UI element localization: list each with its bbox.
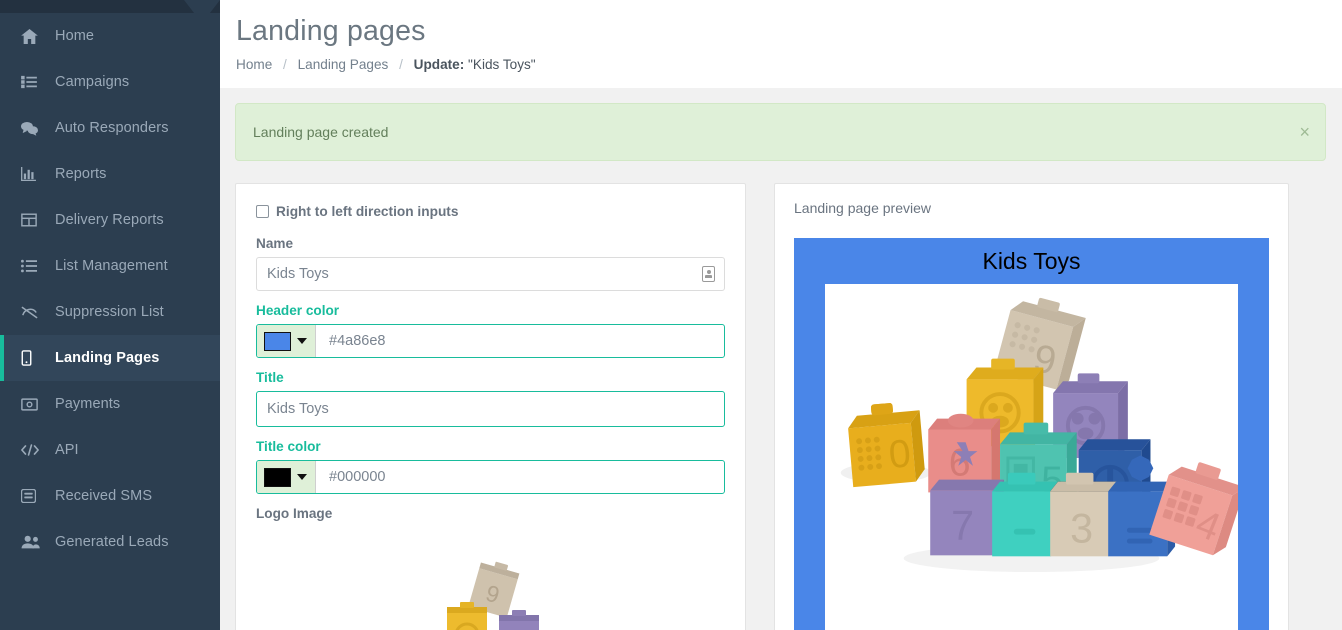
breadcrumb-separator-1: / xyxy=(283,57,287,72)
preview-header-band: Kids Toys xyxy=(794,238,1269,284)
sidebar-item-label: Home xyxy=(55,28,95,44)
color-swatch xyxy=(264,467,291,487)
code-icon xyxy=(21,442,43,458)
mobile-icon xyxy=(21,350,43,366)
comments-icon xyxy=(21,120,43,136)
alert-message: Landing page created xyxy=(253,124,389,140)
sidebar-item-suppression-list[interactable]: Suppression List xyxy=(0,289,220,335)
title-input-value: Kids Toys xyxy=(267,401,329,417)
header-color-input[interactable]: #4a86e8 xyxy=(256,324,725,358)
tasks-icon xyxy=(21,74,43,90)
home-icon xyxy=(21,28,43,44)
sidebar-item-label: Generated Leads xyxy=(55,534,169,550)
toy-blocks-image: 9 5 7 3 0 4 xyxy=(825,294,1238,620)
bar-chart-icon xyxy=(21,166,43,182)
sidebar-top-strip xyxy=(0,0,220,13)
page-title: Landing pages xyxy=(236,15,426,47)
ban-slash-icon xyxy=(21,304,43,320)
inbox-icon xyxy=(21,488,43,504)
logo-image-label: Logo Image xyxy=(256,506,333,521)
svg-text:3: 3 xyxy=(1070,506,1093,552)
sidebar-item-generated-leads[interactable]: Generated Leads xyxy=(0,519,220,565)
preview-headline: Kids Toys xyxy=(982,247,1081,274)
close-icon[interactable]: × xyxy=(1299,123,1310,141)
logo-image-field-group: Logo Image xyxy=(256,506,725,521)
title-color-field-group: Title color #000000 xyxy=(256,439,725,494)
breadcrumb-home[interactable]: Home xyxy=(236,57,272,72)
header-color-value[interactable]: #4a86e8 xyxy=(316,325,724,357)
sidebar-item-label: Suppression List xyxy=(55,304,164,320)
breadcrumb-landing-pages[interactable]: Landing Pages xyxy=(298,57,389,72)
sidebar-item-payments[interactable]: Payments xyxy=(0,381,220,427)
name-field-group: Name Kids Toys xyxy=(256,236,725,291)
title-input[interactable]: Kids Toys xyxy=(256,391,725,427)
toy-blocks-thumb-icon: 9 xyxy=(446,561,539,630)
sidebar-item-label: Reports xyxy=(55,166,107,182)
table-icon xyxy=(21,212,43,228)
name-label: Name xyxy=(256,236,294,251)
sidebar-item-auto-responders[interactable]: Auto Responders xyxy=(0,105,220,151)
sidebar-item-home[interactable]: Home xyxy=(0,13,220,59)
sidebar-item-api[interactable]: API xyxy=(0,427,220,473)
chevron-down-icon xyxy=(297,474,307,480)
sidebar-item-label: Landing Pages xyxy=(55,350,160,366)
title-color-input[interactable]: #000000 xyxy=(256,460,725,494)
sidebar-notch xyxy=(184,0,220,13)
sidebar-item-list-management[interactable]: List Management xyxy=(0,243,220,289)
landing-page-preview-panel: Landing page preview Kids Toys 9 5 7 3 0… xyxy=(774,183,1289,630)
sidebar-item-received-sms[interactable]: Received SMS xyxy=(0,473,220,519)
breadcrumb-current-value: "Kids Toys" xyxy=(468,57,536,72)
sidebar-item-label: API xyxy=(55,442,79,458)
title-color-label: Title color xyxy=(256,439,321,454)
page-header: Landing pages Home / Landing Pages / Upd… xyxy=(220,0,1342,88)
preview-label: Landing page preview xyxy=(794,200,931,216)
breadcrumb-current-label: Update: xyxy=(413,57,465,72)
rtl-checkbox[interactable] xyxy=(256,205,269,218)
sidebar: Home Campaigns Auto Responders Reports Deliv… xyxy=(0,0,220,630)
preview-stage: Kids Toys 9 5 7 3 0 4 xyxy=(794,238,1269,630)
rtl-checkbox-label: Right to left direction inputs xyxy=(276,204,459,219)
users-icon xyxy=(21,534,43,550)
landing-page-form: Right to left direction inputs Name Kids… xyxy=(235,183,746,630)
header-color-field-group: Header color #4a86e8 xyxy=(256,303,725,358)
sidebar-item-label: Payments xyxy=(55,396,121,412)
content-columns: Right to left direction inputs Name Kids… xyxy=(235,183,1326,630)
svg-text:7: 7 xyxy=(951,503,974,549)
list-icon xyxy=(21,258,43,274)
main-content: Landing pages Home / Landing Pages / Upd… xyxy=(220,0,1342,630)
title-color-swatch-button[interactable] xyxy=(257,461,316,493)
preview-body: 9 5 7 3 0 4 xyxy=(825,284,1238,630)
rtl-checkbox-row[interactable]: Right to left direction inputs xyxy=(256,204,725,219)
autofill-icon[interactable] xyxy=(702,266,715,282)
title-color-value[interactable]: #000000 xyxy=(316,461,724,493)
app-root: Home Campaigns Auto Responders Reports Deliv… xyxy=(0,0,1342,630)
name-input-value: Kids Toys xyxy=(267,266,329,282)
sidebar-item-reports[interactable]: Reports xyxy=(0,151,220,197)
title-label: Title xyxy=(256,370,284,385)
svg-text:0: 0 xyxy=(887,431,913,477)
sidebar-item-label: Campaigns xyxy=(55,74,130,90)
logo-image-thumbnail[interactable]: 9 xyxy=(256,547,725,630)
sidebar-nav-list: Home Campaigns Auto Responders Reports Deliv… xyxy=(0,13,220,565)
name-input[interactable]: Kids Toys xyxy=(256,257,725,291)
color-swatch xyxy=(264,331,291,351)
page-body: Landing page created × Right to left dir… xyxy=(220,88,1342,630)
sidebar-item-label: Delivery Reports xyxy=(55,212,164,228)
sidebar-item-campaigns[interactable]: Campaigns xyxy=(0,59,220,105)
header-color-label: Header color xyxy=(256,303,340,318)
sidebar-item-label: Auto Responders xyxy=(55,120,169,136)
breadcrumb: Home / Landing Pages / Update: "Kids Toy… xyxy=(236,57,1342,72)
header-color-swatch-button[interactable] xyxy=(257,325,316,357)
sidebar-item-label: List Management xyxy=(55,258,168,274)
title-field-group: Title Kids Toys xyxy=(256,370,725,427)
chevron-down-icon xyxy=(297,338,307,344)
success-alert: Landing page created × xyxy=(235,103,1326,161)
breadcrumb-separator-2: / xyxy=(399,57,403,72)
sidebar-item-delivery-reports[interactable]: Delivery Reports xyxy=(0,197,220,243)
sidebar-item-label: Received SMS xyxy=(55,488,153,504)
money-icon xyxy=(21,396,43,412)
sidebar-item-landing-pages[interactable]: Landing Pages xyxy=(0,335,220,381)
